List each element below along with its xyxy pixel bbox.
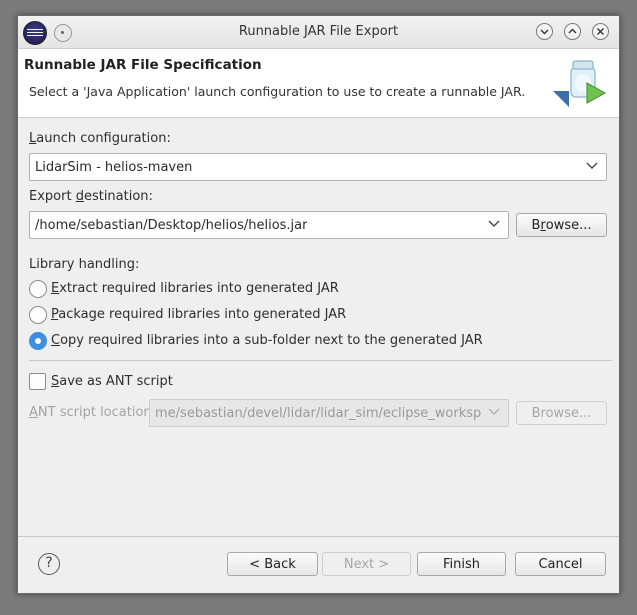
launch-configuration-select[interactable]: LidarSim - helios-maven xyxy=(29,153,607,181)
radio-package-libraries[interactable] xyxy=(29,306,47,324)
export-destination-value: /home/sebastian/Desktop/helios/helios.ja… xyxy=(35,218,308,233)
close-icon xyxy=(597,28,604,35)
title-bar[interactable]: Runnable JAR File Export xyxy=(18,16,619,49)
separator xyxy=(29,360,612,361)
help-icon[interactable]: ? xyxy=(38,553,60,575)
dialog-window: Runnable JAR File Export Runnable JAR Fi… xyxy=(17,15,620,594)
chevron-down-icon[interactable] xyxy=(488,217,500,229)
maximize-button[interactable] xyxy=(564,23,581,40)
ant-script-location-label: ANT script location: xyxy=(29,405,157,420)
ant-browse-button[interactable]: Browse... xyxy=(516,401,607,425)
wizard-header: Runnable JAR File Specification Select a… xyxy=(18,49,619,118)
radio-extract-libraries[interactable] xyxy=(29,280,47,298)
chevron-up-icon xyxy=(568,28,577,34)
window-title: Runnable JAR File Export xyxy=(238,24,399,39)
ant-script-location-combo[interactable]: me/sebastian/devel/lidar/lidar_sim/eclip… xyxy=(149,399,509,427)
export-browse-button[interactable]: Br owse... xyxy=(516,213,607,237)
export-destination-label: Export destination: xyxy=(29,189,153,204)
next-button[interactable]: Next > xyxy=(322,552,411,576)
minimize-button[interactable] xyxy=(536,23,553,40)
library-handling-label: Library handling: xyxy=(29,257,140,272)
close-button[interactable] xyxy=(592,23,609,40)
save-ant-script-label[interactable]: Save as ANT script xyxy=(51,374,173,389)
ant-script-location-value: me/sebastian/devel/lidar/lidar_sim/eclip… xyxy=(155,406,482,421)
radio-package-libraries-label[interactable]: Package required libraries into generate… xyxy=(51,307,346,322)
cancel-button[interactable]: Cancel xyxy=(515,552,606,576)
launch-configuration-value: LidarSim - helios-maven xyxy=(35,160,193,175)
back-button[interactable]: < Back xyxy=(227,552,318,576)
footer-separator xyxy=(18,536,619,537)
save-ant-script-checkbox[interactable] xyxy=(29,373,46,390)
launch-configuration-label: Launch configuration: xyxy=(29,131,171,146)
radio-copy-libraries-label[interactable]: Copy required libraries into a sub-folde… xyxy=(51,333,483,348)
finish-button[interactable]: Finish xyxy=(417,552,506,576)
chevron-down-icon xyxy=(586,162,598,169)
wizard-page-title: Runnable JAR File Specification xyxy=(24,57,262,73)
jar-export-wizard-icon xyxy=(553,60,607,107)
export-destination-combo[interactable]: /home/sebastian/Desktop/helios/helios.ja… xyxy=(29,211,509,239)
wizard-page-description: Select a 'Java Application' launch confi… xyxy=(29,84,526,99)
radio-copy-libraries[interactable] xyxy=(29,332,47,350)
chevron-down-icon[interactable] xyxy=(488,405,500,417)
radio-extract-libraries-label[interactable]: Extract required libraries into generate… xyxy=(51,281,339,296)
chevron-down-icon xyxy=(540,29,549,35)
